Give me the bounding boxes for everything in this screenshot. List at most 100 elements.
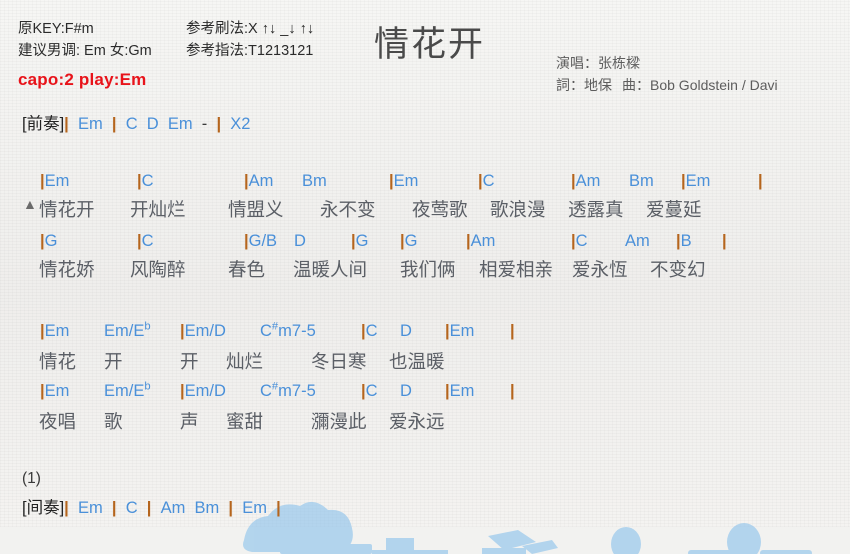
footer-section: (1) [间奏]| Em | C | Am Bm | Em | xyxy=(0,470,850,527)
meta-row-suggest: 建议男调: Em 女:Gm 参考指法:T1213121 xyxy=(18,40,314,62)
chord-name: Em xyxy=(449,382,475,400)
chord-symbol: |C xyxy=(137,172,154,191)
chord-name: Am xyxy=(625,232,650,250)
capo-label: capo:2 play:Em xyxy=(18,70,147,89)
chord-row: |Em Em/Eb |Em/D C#m7-5 |C D |Em | xyxy=(0,380,850,408)
meta-row-key: 原KEY:F#m 参考刷法:X ↑↓ _↓ ↑↓ xyxy=(18,18,314,40)
chord-name: G/B xyxy=(248,232,278,250)
chord-name: Em xyxy=(44,322,70,340)
page-title: 情花开 xyxy=(374,25,486,64)
chord-row: |Em Em/Eb |Em/D C#m7-5 |C D |Em | xyxy=(0,320,850,348)
sheet-header: 原KEY:F#m 参考刷法:X ↑↓ _↓ ↑↓ 建议男调: Em 女:Gm 参考指… xyxy=(0,0,850,108)
chord-symbol: | xyxy=(758,172,763,191)
chord-name: B xyxy=(680,232,692,250)
lyric-phrase: 也温暖 xyxy=(389,351,445,372)
lyric-phrase: 声 xyxy=(180,411,199,432)
chord-symbol: |C xyxy=(137,232,154,251)
lyric-phrase: 夜莺歌 xyxy=(412,199,468,220)
song-meta: 原KEY:F#m 参考刷法:X ↑↓ _↓ ↑↓ 建议男调: Em 女:Gm 参考指… xyxy=(18,18,314,62)
chord-symbol: |C xyxy=(478,172,495,191)
chord-symbol: Am xyxy=(160,499,186,517)
credits-block: 演唱：张栋樑 詞：地保 曲：Bob Goldstein / Davi xyxy=(556,52,778,96)
singer-credit: 演唱：张栋樑 xyxy=(556,55,640,71)
chord-symbol: |Am xyxy=(244,172,273,191)
chord-row: |G |C |G/B D |G |G |Am |C Am |B | xyxy=(0,232,850,258)
verse-2-section: |Em Em/Eb |Em/D C#m7-5 |C D |Em | 情花开开灿烂 冬日寒 也温暖 … xyxy=(0,320,850,440)
lyric-phrase: 歌浪漫 xyxy=(490,199,546,220)
lyric-phrase: 蜜甜 xyxy=(226,411,264,432)
chord-symbol: |Em xyxy=(445,382,474,401)
lyric-phrase: 歌 xyxy=(104,411,123,432)
chord-name: D xyxy=(400,322,412,340)
lyric-phrase: 风陶醉 xyxy=(130,259,186,280)
chord-symbol: |Em xyxy=(40,322,69,341)
lyric-phrase: 爱永远 xyxy=(389,411,445,432)
chord-symbol: C xyxy=(125,115,138,133)
chord-symbol: |Em xyxy=(389,172,418,191)
lyricist-credit: 詞：地保 xyxy=(556,77,612,93)
chord-symbol: Em xyxy=(77,115,103,133)
chord-symbol: C#m7-5 xyxy=(260,321,316,341)
verse-number-label: (1) xyxy=(22,470,41,487)
accidental-icon: b xyxy=(144,380,151,393)
bar-line: | xyxy=(758,172,763,190)
lyric-phrase: 夜唱 xyxy=(39,411,77,432)
chord-symbol: |Em xyxy=(681,172,710,191)
chord-name: Em xyxy=(44,172,70,190)
chord-symbol: Em xyxy=(77,499,103,517)
lyric-phrase: 情花娇 xyxy=(39,259,95,280)
chord-symbol: D xyxy=(400,322,412,341)
chord-symbol: |Em/D xyxy=(180,382,226,401)
chord-sheet: 原KEY:F#m 参考刷法:X ↑↓ _↓ ↑↓ 建议男调: Em 女:Gm 参考指… xyxy=(0,0,850,527)
chord-symbol: Bm xyxy=(629,172,654,191)
lyric-phrase: 开 xyxy=(104,351,123,372)
chord-symbol: | xyxy=(510,382,515,401)
lyric-row: 情花娇 风陶醉 春色 温暖人间 我们俩 相爱相亲 爱永恆 不变幻 xyxy=(0,256,850,286)
lyric-row: ▲ 情花开 开灿烂 情盟义 永不变 夜莺歌 歌浪漫 透露真 爱蔓延 xyxy=(0,196,850,226)
chord-symbol: |G/B xyxy=(244,232,277,251)
chord-name: Am xyxy=(470,232,496,250)
chord-name: Em xyxy=(393,172,419,190)
lyric-phrase: 灿烂 xyxy=(226,351,264,372)
lyric-phrase: 爱永恆 xyxy=(572,259,628,280)
chord-symbol: Em/Eb xyxy=(104,380,151,401)
chord-name: C xyxy=(575,232,588,250)
chord-name: G xyxy=(44,232,58,250)
composer-credit: 曲：Bob Goldstein / Davi xyxy=(622,77,778,93)
chord-name: C xyxy=(365,322,378,340)
chord-name: Em/E xyxy=(104,382,145,400)
chord-symbol: Am xyxy=(625,232,650,251)
lyric-phrase: 情盟义 xyxy=(228,199,284,220)
lyric-phrase: 瀰漫此 xyxy=(311,411,367,432)
chord-name: Bm xyxy=(629,172,654,190)
section-marker-icon: ▲ xyxy=(23,196,37,212)
intro-chord-tokens: | Em | C D Em - | X2 xyxy=(64,115,259,133)
bar-line: | xyxy=(510,322,515,340)
chord-symbol: Bm xyxy=(194,499,220,517)
lyric-row: 夜唱 歌 声 蜜甜 瀰漫此 爱永远 xyxy=(0,408,850,438)
chord-symbol: |G xyxy=(351,232,368,251)
bar-line: | xyxy=(510,382,515,400)
intro-line: [前奏]| Em | C D Em - | X2 xyxy=(22,112,260,136)
chord-name: Em xyxy=(449,322,475,340)
chord-symbol: D xyxy=(400,382,412,401)
chord-symbol: | xyxy=(722,232,727,251)
chord-symbol: |Am xyxy=(571,172,600,191)
chord-symbol: Bm xyxy=(302,172,327,191)
intro-tag: [前奏] xyxy=(22,115,65,133)
lyric-phrase: 开 xyxy=(180,351,199,372)
lyric-phrase: 永不变 xyxy=(320,199,376,220)
chord-name: C xyxy=(141,172,154,190)
chord-name: Em/D xyxy=(184,322,226,340)
lyric-phrase: 爱蔓延 xyxy=(646,199,702,220)
verse-1-section: |Em |C |Am Bm |Em |C |Am Bm |Em | ▲ 情花开 开灿烂 情盟义 永不变 夜莺… xyxy=(0,172,850,282)
chord-name: C xyxy=(260,382,272,400)
chord-name: C xyxy=(260,322,272,340)
accidental-icon: b xyxy=(144,320,151,333)
chord-name: D xyxy=(400,382,412,400)
chord-name: Am xyxy=(575,172,601,190)
lyric-phrase: 相爱相亲 xyxy=(479,259,554,280)
lyric-phrase: 情花 xyxy=(39,351,77,372)
writer-credit-row: 詞：地保 曲：Bob Goldstein / Davi xyxy=(556,74,778,96)
chord-symbol: C#m7-5 xyxy=(260,381,316,401)
